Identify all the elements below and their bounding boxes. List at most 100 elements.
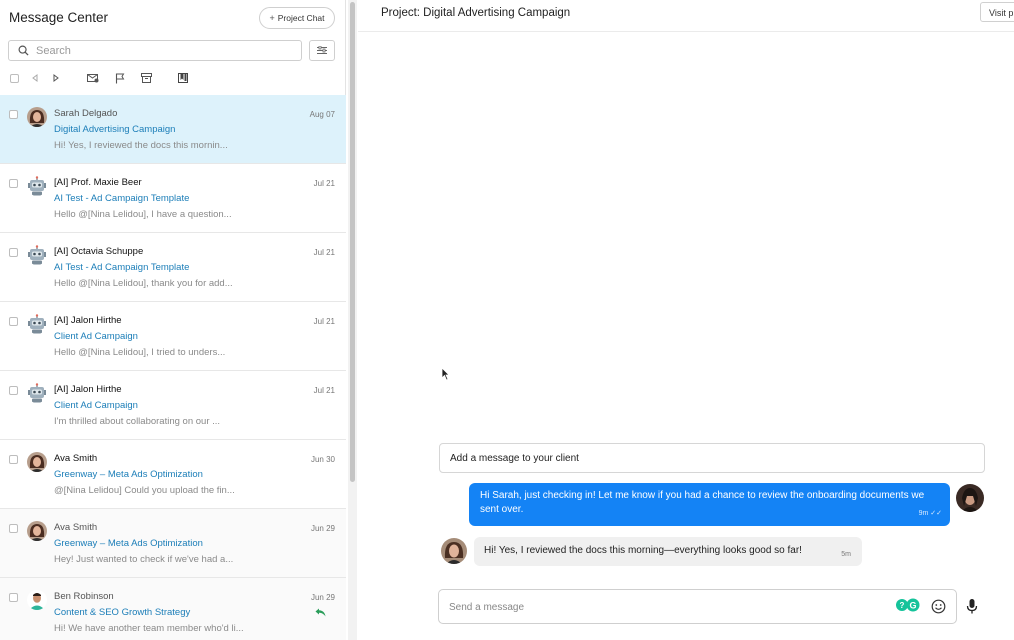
search-box [8,40,302,61]
message-time: 9m ✓✓ [918,510,942,517]
conversation-item[interactable]: Ava Smith Jun 29 Greenway – Meta Ads Optim… [0,509,346,578]
search-input[interactable] [36,43,296,59]
conversation-date: Jun 29 [310,593,335,602]
project-chat-button[interactable]: + Project Chat [259,7,335,29]
client-message-label[interactable]: Add a message to your client [439,443,985,473]
conversation-checkbox[interactable] [9,593,18,602]
conversation-checkbox[interactable] [9,317,18,326]
chat-header: Project: Digital Advertising Campaign Vi… [358,0,1014,32]
message-text: Hi Sarah, just checking in! Let me know … [480,490,925,515]
message-text: Hi! Yes, I reviewed the docs this mornin… [484,545,802,556]
project-chat-label: Project Chat [277,13,325,23]
contact-avatar [27,590,47,610]
message-preview: I'm thrilled about collaborating on our … [54,416,221,427]
flag-icon[interactable] [113,71,127,85]
conversation-item[interactable]: [AI] Jalon Hirthe Jul 21 Client Ad Campaig… [0,371,346,440]
message-composer: ? G [438,589,957,624]
conversation-item[interactable]: [AI] Prof. Maxie Beer Jul 21 AI Test - Ad … [0,164,346,233]
message-preview: Hello @[Nina Lelidou], thank you for add… [54,278,233,289]
conversation-date: Jul 21 [313,386,335,395]
reply-arrow-icon [315,608,326,617]
message-preview: Hi! We have another team member who'd li… [54,623,244,634]
select-all-checkbox[interactable] [7,71,21,85]
bookmark-icon[interactable] [176,71,190,85]
conversation-item[interactable]: [AI] Octavia Schuppe Jul 21 AI Test - Ad C… [0,233,346,302]
svg-text:?: ? [900,601,905,610]
conversation-checkbox[interactable] [9,110,18,119]
app: Message Center + Project Chat Search Sar… [0,0,1014,640]
conversation-date: Jul 21 [313,248,335,257]
robot-icon [27,383,47,403]
conversation-checkbox[interactable] [9,179,18,188]
message-preview: Hi! Yes, I reviewed the docs this mornin… [54,140,228,151]
conversation-date: Jun 29 [310,524,335,533]
contact-avatar [27,521,47,541]
conversation-subject[interactable]: AI Test - Ad Campaign Template [54,193,189,204]
conversation-date: Jul 21 [313,179,335,188]
contact-name: Ava Smith [54,522,98,533]
message-center-header: Message Center + Project Chat [0,0,346,36]
list-scrollbar[interactable] [348,0,357,640]
outgoing-message-bubble: Hi Sarah, just checking in! Let me know … [469,483,950,526]
robot-icon [27,314,47,334]
conversation-list: Sarah Delgado Aug 07 Digital Advertising C… [0,95,346,640]
incoming-message-bubble: Hi! Yes, I reviewed the docs this mornin… [474,537,862,566]
contact-name: Ava Smith [54,453,98,464]
message-preview: @[Nina Lelidou] Could you upload the fin… [54,485,235,496]
conversation-checkbox[interactable] [9,524,18,533]
svg-text:G: G [909,601,916,611]
conversation-item[interactable]: Ben Robinson Jun 29 Content & SEO Growth S… [0,578,346,640]
plus-icon: + [269,13,275,23]
conversation-item[interactable]: Ava Smith Jun 30 Greenway – Meta Ads Optim… [0,440,346,509]
message-preview: Hello @[Nina Lelidou], I tried to unders… [54,347,226,358]
conversation-date: Aug 07 [309,110,335,119]
conversation-checkbox[interactable] [9,248,18,257]
list-toolbar [0,68,346,88]
conversation-subject[interactable]: AI Test - Ad Campaign Template [54,262,189,273]
message-center-panel: Message Center + Project Chat Search Sar… [0,0,346,640]
conversation-item[interactable]: [AI] Jalon Hirthe Jul 21 Client Ad Campaig… [0,302,346,371]
conversation-checkbox[interactable] [9,455,18,464]
message-center-title: Message Center [9,10,109,25]
filter-icon [317,46,327,54]
microphone-icon[interactable] [966,598,978,615]
conversation-date: Jul 21 [313,317,335,326]
conversation-subject[interactable]: Digital Advertising Campaign [54,124,175,135]
grammarly-icon[interactable]: ? G [895,597,921,613]
project-title: Project: Digital Advertising Campaign [381,7,571,19]
contact-avatar [27,452,47,472]
conversation-subject[interactable]: Client Ad Campaign [54,400,138,411]
prev-icon[interactable] [28,71,42,85]
message-time: 5m [841,551,851,558]
robot-icon [27,176,47,196]
contact-name: [AI] Jalon Hirthe [54,315,122,326]
scrollbar-thumb[interactable] [350,2,355,482]
mark-unread-icon[interactable] [86,71,100,85]
conversation-subject[interactable]: Greenway – Meta Ads Optimization [54,538,203,549]
next-icon[interactable] [49,71,63,85]
sarah-avatar [441,538,467,564]
message-preview: Hello @[Nina Lelidou], I have a question… [54,209,232,220]
conversation-date: Jun 30 [310,455,335,464]
visit-project-button[interactable]: Visit pr [980,2,1014,22]
my-avatar [956,484,984,512]
robot-icon [27,245,47,265]
archive-icon[interactable] [139,71,153,85]
emoji-icon[interactable] [931,599,946,614]
search-icon [18,45,29,56]
chat-panel: Project: Digital Advertising Campaign Vi… [358,0,1014,640]
conversation-checkbox[interactable] [9,386,18,395]
message-input[interactable] [449,600,869,615]
contact-name: [AI] Prof. Maxie Beer [54,177,142,188]
message-preview: Hey! Just wanted to check if we've had a… [54,554,234,565]
contact-name: [AI] Jalon Hirthe [54,384,122,395]
conversation-subject[interactable]: Content & SEO Growth Strategy [54,607,190,618]
conversation-item[interactable]: Sarah Delgado Aug 07 Digital Advertising C… [0,95,346,164]
contact-name: Ben Robinson [54,591,114,602]
contact-name: Sarah Delgado [54,108,118,119]
conversation-subject[interactable]: Greenway – Meta Ads Optimization [54,469,203,480]
contact-name: [AI] Octavia Schuppe [54,246,144,257]
cursor-icon [441,367,450,381]
filter-button[interactable] [309,40,335,61]
conversation-subject[interactable]: Client Ad Campaign [54,331,138,342]
